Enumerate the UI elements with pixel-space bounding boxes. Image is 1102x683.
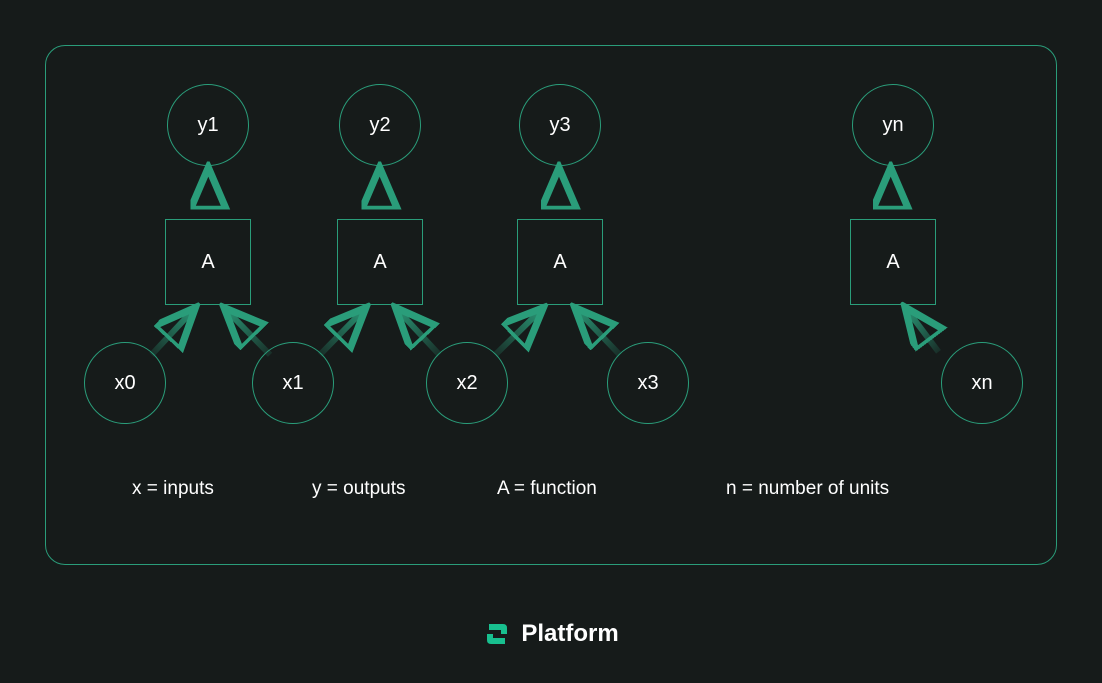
output-node-y3: y3 [519, 84, 601, 166]
legend-text: A = function [497, 478, 597, 500]
function-node-a3: A [517, 219, 603, 305]
input-node-xn: xn [941, 342, 1023, 424]
function-node-an: A [850, 219, 936, 305]
node-label: A [886, 251, 899, 274]
node-label: y1 [197, 114, 218, 137]
node-label: x1 [282, 372, 303, 395]
node-label: yn [882, 114, 903, 137]
diagram: y1 y2 y3 yn A A A A x0 x1 x2 [46, 46, 1056, 564]
node-label: y3 [549, 114, 570, 137]
function-node-a1: A [165, 219, 251, 305]
node-label: x3 [637, 372, 658, 395]
function-node-a2: A [337, 219, 423, 305]
legend-text: n = number of units [726, 478, 889, 500]
legend-a: A = function [497, 478, 597, 500]
input-node-x2: x2 [426, 342, 508, 424]
brand-name: Platform [521, 620, 618, 648]
output-node-y2: y2 [339, 84, 421, 166]
input-node-x3: x3 [607, 342, 689, 424]
output-node-yn: yn [852, 84, 934, 166]
legend-x: x = inputs [132, 478, 214, 500]
diagram-container: y1 y2 y3 yn A A A A x0 x1 x2 [45, 45, 1057, 565]
output-node-y1: y1 [167, 84, 249, 166]
node-label: A [201, 251, 214, 274]
node-label: A [373, 251, 386, 274]
legend-text: y = outputs [312, 478, 405, 500]
platform-icon [483, 620, 511, 648]
node-label: y2 [369, 114, 390, 137]
legend-text: x = inputs [132, 478, 214, 500]
node-label: x2 [456, 372, 477, 395]
legend-n: n = number of units [726, 478, 889, 500]
input-node-x0: x0 [84, 342, 166, 424]
node-label: x0 [114, 372, 135, 395]
brand-logo: Platform [0, 620, 1102, 648]
node-label: A [553, 251, 566, 274]
node-label: xn [971, 372, 992, 395]
input-node-x1: x1 [252, 342, 334, 424]
legend-y: y = outputs [312, 478, 405, 500]
